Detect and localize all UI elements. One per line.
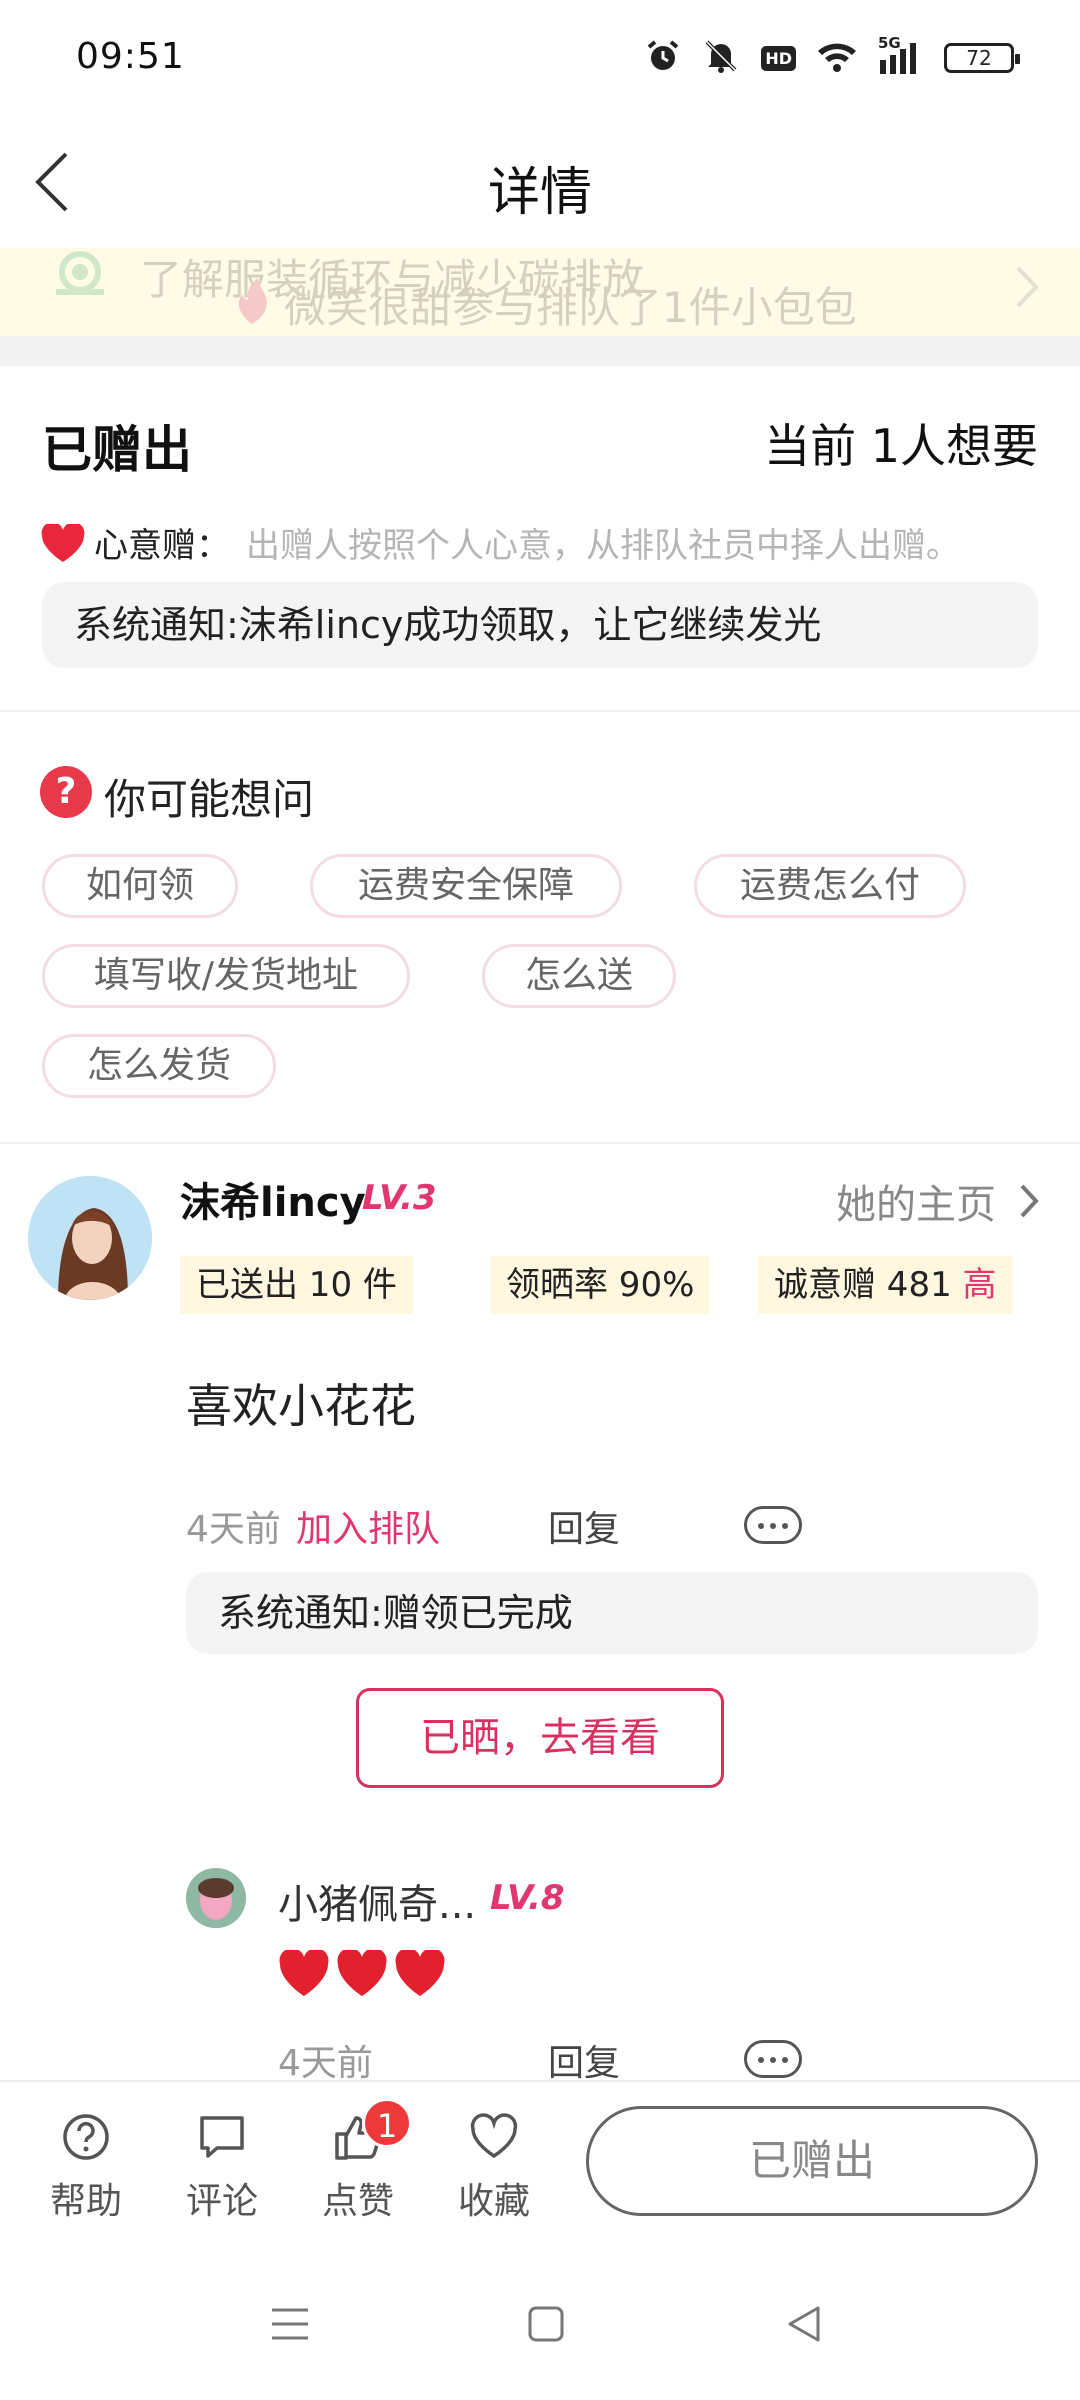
red-heart-icon: [395, 1950, 445, 1996]
page-title: 详情: [487, 163, 592, 223]
recycle-logo-icon: [56, 251, 104, 295]
view-shared-button[interactable]: 已晒，去看看: [356, 1688, 724, 1788]
reply-time: 4天前: [278, 2043, 373, 2084]
battery-icon: 72: [944, 43, 1020, 73]
gift-status: 已赠出: [42, 421, 192, 479]
bottom-action-bar: 帮助 评论 1 点赞 收藏 已赠出: [0, 2080, 1080, 2256]
like-button[interactable]: 1 点赞: [308, 2098, 412, 2224]
favorite-button[interactable]: 收藏: [444, 2112, 544, 2224]
signal-icon: 5G: [878, 34, 924, 76]
stat-sent: 已送出 10 件: [180, 1256, 413, 1314]
alarm-icon: [645, 38, 681, 78]
user-name[interactable]: 沫希lincy: [180, 1170, 366, 1228]
home-icon[interactable]: [526, 2304, 566, 2344]
like-label: 点赞: [321, 2181, 394, 2222]
reply-user-level-badge: LV.8: [490, 1878, 565, 1918]
help-icon: [63, 2114, 109, 2160]
faq-title: 你可能想问: [104, 775, 315, 824]
stat-sincerity: 诚意赠 481 高: [758, 1256, 1013, 1314]
giving-type-description: 出赠人按照个人心意，从排队社员中择人出赠。: [246, 526, 960, 566]
red-heart-icon: [337, 1950, 387, 1996]
comment-button[interactable]: 评论: [172, 2112, 272, 2224]
chevron-right-icon[interactable]: [1018, 1182, 1040, 1220]
section-gap: [0, 336, 1080, 366]
like-count-badge: 1: [362, 2098, 412, 2148]
comment-text: 喜欢小花花: [186, 1379, 416, 1433]
stat-sincerity-value: 诚意赠 481: [774, 1265, 952, 1305]
back-icon[interactable]: [784, 2304, 824, 2344]
join-queue-link[interactable]: 加入排队: [296, 1500, 440, 1552]
gifted-status-button[interactable]: 已赠出: [586, 2106, 1038, 2216]
mute-icon: [701, 38, 741, 78]
help-label: 帮助: [49, 2181, 122, 2222]
system-notice: 系统通知:沫希lincy成功领取，让它继续发光: [42, 582, 1038, 668]
avatar-image: [186, 1868, 246, 1928]
stat-sincerity-level: 高: [962, 1265, 997, 1305]
faq-chip[interactable]: 填写收/发货地址: [42, 944, 410, 1008]
system-notice: 系统通知:赠领已完成: [186, 1572, 1038, 1654]
help-button[interactable]: 帮助: [36, 2112, 136, 2224]
faq-chip[interactable]: 如何领: [42, 854, 238, 918]
comment-time: 4天前: [186, 1509, 281, 1550]
status-icons: HD 5G 72: [645, 34, 1020, 78]
comment-label: 评论: [185, 2181, 258, 2222]
header: 详情: [0, 120, 1080, 240]
faq-chip[interactable]: 运费安全保障: [310, 854, 622, 918]
stat-rate: 领晒率 90%: [490, 1256, 711, 1314]
reply-content: [278, 1950, 446, 1998]
wifi-icon: [816, 39, 858, 77]
reply-user-name[interactable]: 小猪佩奇...: [278, 1872, 476, 1930]
status-time: 09:51: [76, 36, 185, 77]
want-count: 当前 1人想要: [764, 419, 1038, 473]
chevron-right-icon: [1016, 266, 1039, 308]
flame-heart-icon: [238, 278, 267, 324]
divider: [0, 1142, 1080, 1144]
red-heart-icon: [279, 1950, 329, 1996]
notice-line-2: 微笑很甜参与排队了1件小包包: [284, 283, 857, 332]
comment-icon: [200, 2116, 244, 2158]
favorite-label: 收藏: [457, 2181, 530, 2222]
avatar-image: [28, 1176, 152, 1300]
giving-type-label: 心意赠：: [94, 526, 230, 566]
hd-icon: HD: [761, 45, 796, 71]
more-options-icon[interactable]: [744, 1506, 802, 1544]
question-icon: ?: [40, 766, 92, 818]
more-options-icon[interactable]: [744, 2040, 802, 2078]
reply-button[interactable]: 回复: [548, 1500, 620, 1552]
homepage-link[interactable]: 她的主页: [836, 1172, 996, 1230]
faq-chip[interactable]: 怎么送: [482, 944, 676, 1008]
reply-avatar[interactable]: [186, 1868, 246, 1928]
reply-button[interactable]: 回复: [548, 2034, 620, 2086]
faq-chip[interactable]: 怎么发货: [42, 1034, 276, 1098]
menu-icon[interactable]: [270, 2304, 310, 2344]
heart-outline-icon: [470, 2113, 518, 2159]
divider: [0, 710, 1080, 712]
avatar[interactable]: [28, 1176, 152, 1300]
status-bar: 09:51 HD 5G 72: [0, 0, 1080, 120]
system-navigation-bar: [0, 2256, 1080, 2400]
user-level-badge: LV.3: [362, 1178, 437, 1218]
faq-chip[interactable]: 运费怎么付: [694, 854, 966, 918]
heart-icon: [41, 524, 85, 562]
notice-banner[interactable]: 了解服装循环与减少碳排放 微笑很甜参与排队了1件小包包: [0, 248, 1080, 336]
